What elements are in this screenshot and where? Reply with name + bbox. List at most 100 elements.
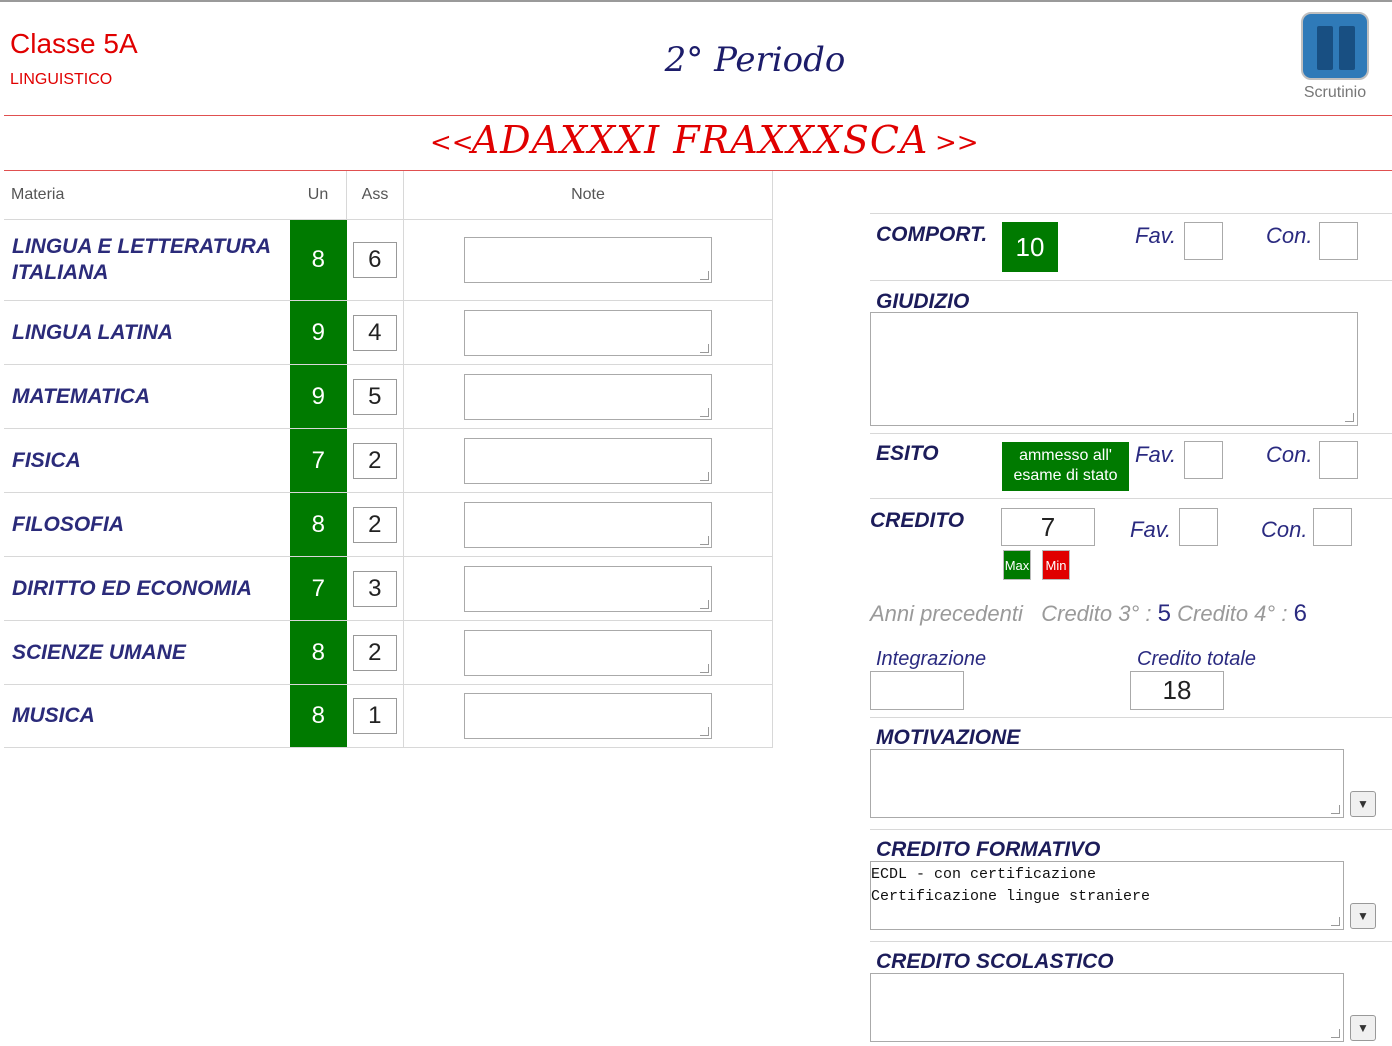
- note-textarea[interactable]: [464, 437, 712, 484]
- panel-divider: [870, 213, 1392, 214]
- credito3-label: Credito 3° :: [1041, 601, 1152, 626]
- note-textarea[interactable]: [464, 629, 712, 676]
- esito-label: ESITO: [876, 442, 939, 465]
- integrazione-input[interactable]: [870, 671, 964, 710]
- note-textarea[interactable]: [464, 309, 712, 356]
- table-row: LINGUA LATINA 9 4: [4, 300, 773, 365]
- subject-name: MATEMATICA: [4, 364, 290, 429]
- absences-cell: 4: [346, 300, 404, 365]
- credito-min-button[interactable]: Min: [1042, 550, 1070, 580]
- absences-input[interactable]: 2: [352, 442, 397, 479]
- esito-fav-input[interactable]: [1184, 441, 1223, 479]
- subject-name: SCIENZE UMANE: [4, 620, 290, 685]
- grade-cell: 8: [290, 492, 347, 557]
- absences-input[interactable]: 3: [352, 570, 397, 607]
- chevron-down-icon: ▼: [1357, 909, 1369, 923]
- absences-input[interactable]: 2: [352, 634, 397, 671]
- table-row: MUSICA 8 1: [4, 684, 773, 748]
- resize-grip-icon: [1331, 917, 1340, 926]
- credito-formativo-dropdown-button[interactable]: ▼: [1350, 903, 1376, 929]
- absences-cell: 2: [346, 620, 404, 685]
- panel-divider: [870, 941, 1392, 942]
- subject-name: LINGUA LATINA: [4, 300, 290, 365]
- credito-scolastico-textarea[interactable]: [870, 973, 1344, 1042]
- credito-scolastico-dropdown-button[interactable]: ▼: [1350, 1015, 1376, 1041]
- panel-divider: [870, 829, 1392, 830]
- credito-label: CREDITO: [870, 509, 965, 532]
- note-textarea[interactable]: [464, 693, 712, 739]
- panel-divider: [870, 498, 1392, 499]
- table-row: FISICA 7 2: [4, 428, 773, 493]
- comport-fav-input[interactable]: [1184, 222, 1223, 260]
- absences-input[interactable]: 5: [352, 378, 397, 415]
- grades-table: Materia Un Ass Note LINGUA E LETTERATURA…: [4, 171, 773, 748]
- motivazione-dropdown-button[interactable]: ▼: [1350, 791, 1376, 817]
- absences-cell: 6: [346, 219, 404, 301]
- credito-formativo-text: ECDL - con certificazione Certificazione…: [871, 866, 1151, 905]
- anni-precedenti-row: Anni precedenti Credito 3° : 5 Credito 4…: [870, 600, 1307, 628]
- header-note: Note: [403, 171, 773, 220]
- note-textarea[interactable]: [464, 237, 712, 283]
- period-title: 2° Periodo: [664, 40, 846, 80]
- class-title: Classe 5A: [10, 28, 138, 59]
- credito-max-button[interactable]: Max: [1003, 550, 1031, 580]
- subject-name: DIRITTO ED ECONOMIA: [4, 556, 290, 621]
- note-cell: [403, 219, 773, 301]
- grade-cell: 9: [290, 300, 347, 365]
- note-cell: [403, 364, 773, 429]
- header-ass: Ass: [346, 171, 404, 220]
- credito-formativo-label: CREDITO FORMATIVO: [876, 838, 1101, 861]
- esito-line-2: esame di stato: [1013, 467, 1118, 484]
- note-textarea[interactable]: [464, 373, 712, 420]
- header-divider: [4, 115, 1392, 116]
- note-cell: [403, 620, 773, 685]
- note-textarea[interactable]: [464, 501, 712, 548]
- absences-cell: 1: [346, 684, 404, 748]
- giudizio-label: GIUDIZIO: [876, 290, 970, 313]
- scrutinio-button[interactable]: Scrutinio: [1297, 12, 1373, 104]
- chevron-down-icon: ▼: [1357, 797, 1369, 811]
- motivazione-textarea[interactable]: [870, 749, 1344, 818]
- credito-input[interactable]: 7: [1001, 508, 1095, 546]
- table-header-row: Materia Un Ass Note: [4, 171, 773, 220]
- absences-input[interactable]: 1: [352, 698, 397, 734]
- absences-input[interactable]: 6: [352, 242, 397, 278]
- note-cell: [403, 428, 773, 493]
- grade-cell: 7: [290, 428, 347, 493]
- note-cell: [403, 684, 773, 748]
- panel-divider: [870, 280, 1392, 281]
- next-student-button[interactable]: >>: [935, 128, 979, 158]
- anni-precedenti-label: Anni precedenti: [870, 601, 1023, 626]
- comport-con-input[interactable]: [1319, 222, 1358, 260]
- credito-totale-label: Credito totale: [1137, 648, 1256, 670]
- comport-value[interactable]: 10: [1002, 222, 1058, 272]
- resize-grip-icon: [700, 407, 709, 417]
- top-border: [0, 0, 1392, 8]
- absences-input[interactable]: 4: [352, 314, 397, 351]
- grade-cell: 8: [290, 620, 347, 685]
- prev-student-button[interactable]: <<: [430, 128, 474, 158]
- table-row: MATEMATICA 9 5: [4, 364, 773, 429]
- class-type: LINGUISTICO: [10, 71, 113, 88]
- credito-con-input[interactable]: [1313, 508, 1352, 546]
- esito-value[interactable]: ammesso all' esame di stato: [1002, 442, 1129, 491]
- chevron-down-icon: ▼: [1357, 1021, 1369, 1035]
- credito-fav-input[interactable]: [1179, 508, 1218, 546]
- grade-cell: 7: [290, 556, 347, 621]
- absences-input[interactable]: 2: [352, 506, 397, 543]
- esito-con-input[interactable]: [1319, 441, 1358, 479]
- panel-divider: [870, 433, 1392, 434]
- credito-fav-label: Fav.: [1130, 517, 1172, 542]
- scrutinio-book-icon: [1301, 12, 1369, 80]
- panel-divider: [870, 717, 1392, 718]
- esito-con-label: Con.: [1266, 442, 1313, 467]
- credito-totale-value: 18: [1130, 671, 1224, 710]
- credito-con-label: Con.: [1261, 517, 1308, 542]
- table-row: FILOSOFIA 8 2: [4, 492, 773, 557]
- credito4-value: 6: [1293, 600, 1307, 627]
- note-textarea[interactable]: [464, 565, 712, 612]
- resize-grip-icon: [700, 471, 709, 481]
- esito-fav-label: Fav.: [1135, 442, 1177, 467]
- giudizio-textarea[interactable]: [870, 312, 1358, 426]
- note-cell: [403, 300, 773, 365]
